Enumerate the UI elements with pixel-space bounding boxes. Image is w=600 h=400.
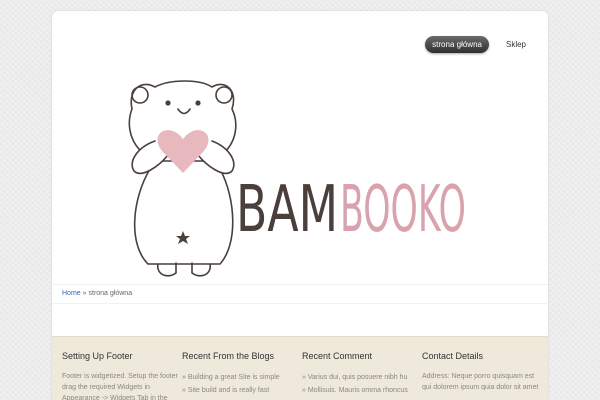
logo-text-booko: BOOKO xyxy=(340,173,466,247)
breadcrumb-separator: » xyxy=(82,290,87,297)
footer-column-setup: Setting Up Footer Footer is widgetized. … xyxy=(62,337,182,400)
footer-blog-link[interactable]: Site build and is really fast xyxy=(182,384,302,397)
page-container: strona główna Sklep BAM BOOKO Home » str… xyxy=(52,11,548,400)
footer-heading-setup: Setting Up Footer xyxy=(62,351,133,361)
breadcrumb: Home » strona główna xyxy=(52,284,548,304)
main-navigation: strona główna Sklep xyxy=(425,36,533,53)
bear-holding-heart-icon xyxy=(128,80,237,277)
nav-item-shop[interactable]: Sklep xyxy=(499,36,533,53)
footer-comment-link[interactable]: Mollisuis. Mauris omma rhoncus xyxy=(302,384,422,397)
footer-heading-contact: Contact Details xyxy=(422,351,484,361)
footer-heading-blogs: Recent From the Blogs xyxy=(182,351,275,361)
footer-setup-text: Footer is widgetized. Setup the footer d… xyxy=(62,373,178,400)
site-logo[interactable]: BAM BOOKO xyxy=(110,69,470,289)
footer-blog-link[interactable]: Building a great Site is simple xyxy=(182,371,302,384)
footer-column-blogs: Recent From the Blogs Building a great S… xyxy=(182,337,302,400)
footer-column-contact: Contact Details Address: Neque porro qui… xyxy=(422,337,542,400)
footer-contact-text: Address: Neque porro quisquam est qui do… xyxy=(422,373,539,391)
footer-comment-link[interactable]: Varius dui, quis posuere nibh hu xyxy=(302,371,422,384)
breadcrumb-current: strona główna xyxy=(88,290,133,297)
logo-text-bam: BAM xyxy=(236,173,338,247)
footer: Setting Up Footer Footer is widgetized. … xyxy=(52,336,548,400)
nav-item-home[interactable]: strona główna xyxy=(425,36,489,53)
footer-column-comments: Recent Comment Varius dui, quis posuere … xyxy=(302,337,422,400)
breadcrumb-home-link[interactable]: Home xyxy=(62,290,81,297)
footer-heading-comments: Recent Comment xyxy=(302,351,373,361)
